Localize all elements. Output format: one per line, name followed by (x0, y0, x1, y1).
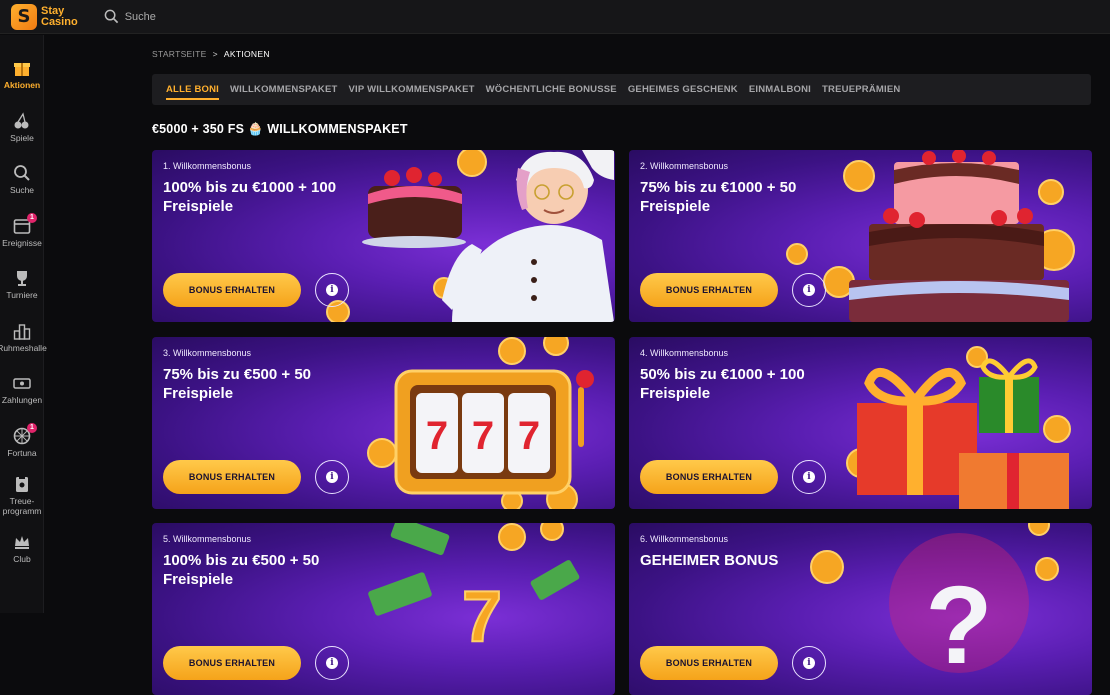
crown-icon (13, 533, 31, 551)
logo-text-line1: Stay (41, 4, 65, 17)
tab-alle-boni[interactable]: ALLE BONI (166, 84, 219, 100)
search-icon (104, 9, 118, 24)
bonus-card-4: 4. Willkommensbonus 50% bis zu €1000 + 1… (629, 337, 1092, 509)
card-title: 100% bis zu €500 + 50 Freispiele (163, 552, 320, 588)
bonus-card-3: 7 7 7 3. Willkommensbonus 75% bis zu €50… (152, 337, 615, 509)
sidebar-item-fortuna[interactable]: 1 Fortuna (0, 423, 44, 458)
search-box[interactable]: Suche (104, 9, 156, 24)
card-number: 1. Willkommensbonus (163, 161, 252, 171)
bonus-button[interactable]: BONUS ERHALTEN (163, 460, 301, 494)
tab-woechentliche-bonusse[interactable]: WÖCHENTLICHE BONUSSE (486, 84, 617, 95)
sidebar-item-aktionen[interactable]: Aktionen (0, 59, 44, 90)
sidebar: Aktionen Spiele Suche 1 Ereignisse Turni… (0, 35, 47, 613)
ereignisse-badge: 1 (27, 213, 37, 223)
info-icon: i (803, 471, 815, 483)
info-button[interactable]: i (792, 273, 826, 307)
bonus-button[interactable]: BONUS ERHALTEN (163, 273, 301, 307)
tab-einmalboni[interactable]: EINMALBONI (749, 84, 811, 95)
info-icon: i (326, 471, 338, 483)
cherries-icon (13, 112, 31, 130)
breadcrumb: STARTSEITE > AKTIONEN (152, 49, 270, 59)
card-number: 2. Willkommensbonus (640, 161, 729, 171)
sidebar-item-label: Ereignisse (2, 238, 42, 248)
info-icon: i (326, 657, 338, 669)
card-number: 6. Willkommensbonus (640, 534, 729, 544)
card-number: 3. Willkommensbonus (163, 348, 252, 358)
fortuna-badge: 1 (27, 423, 37, 433)
search-label: Suche (124, 10, 156, 23)
logo-text: Stay Casino (41, 4, 78, 28)
sidebar-item-label: Club (13, 554, 31, 564)
sidebar-item-turniere[interactable]: Turniere (0, 269, 44, 300)
sidebar-item-treueprogramm[interactable]: Treue- programm (0, 475, 44, 516)
wheel-icon: 1 (13, 423, 37, 445)
tab-treuepraemien[interactable]: TREUEPRÄMIEN (822, 84, 900, 95)
info-button[interactable]: i (792, 460, 826, 494)
logo-mark: S (11, 3, 37, 30)
tab-geheimes-geschenk[interactable]: GEHEIMES GESCHENK (628, 84, 738, 95)
bonus-tabs: ALLE BONI WILLKOMMENSPAKET VIP WILLKOMME… (152, 74, 1091, 105)
info-icon: i (803, 657, 815, 669)
bonus-card-5: 7 5. Willkommensbonus 100% bis zu €500 +… (152, 523, 615, 695)
trophy-icon (13, 269, 31, 287)
card-title: 100% bis zu €1000 + 100 Freispiele (163, 179, 337, 215)
seven-symbol: 7 (462, 577, 502, 657)
bonus-card-2: 2. Willkommensbonus 75% bis zu €1000 + 5… (629, 150, 1092, 322)
sidebar-item-label-line2: programm (2, 506, 42, 516)
bonus-button[interactable]: BONUS ERHALTEN (640, 273, 778, 307)
section-title: €5000 + 350 FS 🧁 WILLKOMMENSPAKET (152, 122, 408, 136)
card-title: 50% bis zu €1000 + 100 Freispiele (640, 366, 805, 402)
sidebar-item-zahlungen[interactable]: Zahlungen (0, 374, 44, 405)
search-icon (13, 164, 31, 182)
sidebar-item-ereignisse[interactable]: 1 Ereignisse (0, 213, 44, 248)
info-icon: i (326, 284, 338, 296)
calendar-icon: 1 (13, 213, 37, 235)
bonus-card-1: 1. Willkommensbonus 100% bis zu €1000 + … (152, 150, 615, 322)
sidebar-item-club[interactable]: Club (0, 533, 44, 564)
info-icon: i (803, 284, 815, 296)
top-bar: S Stay Casino Suche (0, 0, 1110, 34)
bonus-button[interactable]: BONUS ERHALTEN (640, 460, 778, 494)
card-title: GEHEIMER BONUS (640, 552, 779, 569)
info-button[interactable]: i (792, 646, 826, 680)
sidebar-item-suche[interactable]: Suche (0, 164, 44, 195)
slot-seven-1: 7 (426, 414, 448, 458)
info-button[interactable]: i (315, 646, 349, 680)
logo-text-line2: Casino (41, 15, 78, 28)
sidebar-item-label: Turniere (6, 290, 38, 300)
sidebar-item-label: Ruhmeshalle (0, 343, 47, 353)
breadcrumb-current: AKTIONEN (223, 49, 270, 59)
bonus-card-6: ? 6. Willkommensbonus GEHEIMER BONUS BON… (629, 523, 1092, 695)
breadcrumb-separator: > (212, 49, 218, 59)
info-button[interactable]: i (315, 273, 349, 307)
question-mark-symbol: ? (925, 564, 992, 687)
loyalty-icon (13, 475, 31, 493)
tab-willkommenspaket[interactable]: WILLKOMMENSPAKET (230, 84, 338, 95)
podium-icon (13, 322, 31, 340)
card-number: 5. Willkommensbonus (163, 534, 252, 544)
slot-seven-2: 7 (472, 414, 494, 458)
sidebar-item-label: Spiele (10, 133, 34, 143)
gift-icon (13, 59, 31, 77)
card-number: 4. Willkommensbonus (640, 348, 729, 358)
sidebar-item-spiele[interactable]: Spiele (0, 112, 44, 143)
bonus-button[interactable]: BONUS ERHALTEN (163, 646, 301, 680)
tab-vip-willkommenspaket[interactable]: VIP WILLKOMMENSPAKET (349, 84, 475, 95)
payment-icon (13, 374, 31, 392)
bonus-button[interactable]: BONUS ERHALTEN (640, 646, 778, 680)
sidebar-item-label: Aktionen (3, 80, 41, 90)
sidebar-item-label: Treue- (9, 496, 35, 506)
info-button[interactable]: i (315, 460, 349, 494)
sidebar-item-ruhmeshalle[interactable]: Ruhmeshalle (0, 322, 47, 353)
sidebar-item-label: Fortuna (7, 448, 37, 458)
card-title: 75% bis zu €1000 + 50 Freispiele (640, 179, 797, 215)
slot-seven-3: 7 (518, 414, 540, 458)
sidebar-item-label: Zahlungen (1, 395, 43, 405)
breadcrumb-home[interactable]: STARTSEITE (152, 49, 207, 59)
card-title: 75% bis zu €500 + 50 Freispiele (163, 366, 312, 402)
sidebar-item-label: Suche (9, 185, 35, 195)
logo[interactable]: S Stay Casino (11, 3, 78, 30)
